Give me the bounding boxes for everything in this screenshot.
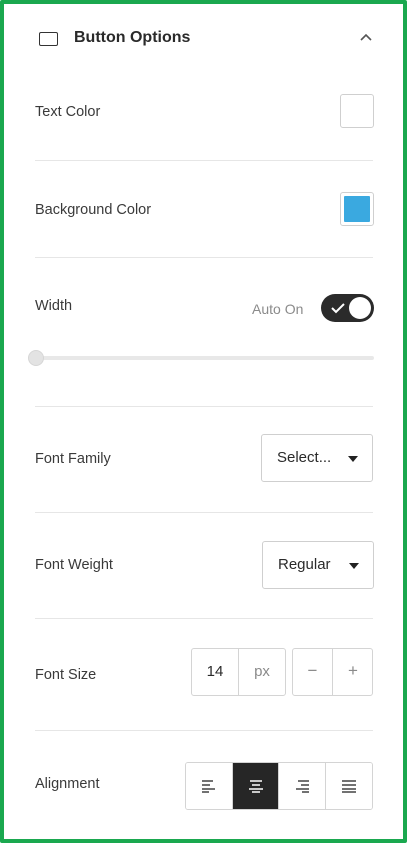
auto-on-label: Auto On bbox=[252, 301, 304, 317]
background-color-label: Background Color bbox=[35, 202, 152, 218]
alignment-button-group bbox=[185, 762, 373, 810]
font-weight-label: Font Weight bbox=[35, 557, 113, 573]
font-weight-select[interactable]: Regular bbox=[262, 541, 374, 589]
align-right-icon bbox=[296, 780, 309, 793]
divider bbox=[35, 730, 373, 731]
divider bbox=[35, 257, 373, 258]
chevron-up-icon[interactable] bbox=[358, 30, 374, 46]
text-color-swatch[interactable] bbox=[340, 94, 374, 128]
check-icon bbox=[331, 303, 345, 314]
align-justify-button[interactable] bbox=[325, 763, 372, 809]
align-left-button[interactable] bbox=[186, 763, 233, 809]
divider bbox=[35, 406, 373, 407]
text-color-fill bbox=[344, 98, 370, 124]
align-right-button[interactable] bbox=[279, 763, 326, 809]
width-slider-thumb[interactable] bbox=[28, 350, 44, 366]
font-size-input-group: 14 px bbox=[191, 648, 286, 696]
font-size-input[interactable]: 14 bbox=[192, 649, 239, 695]
text-color-label: Text Color bbox=[35, 104, 101, 120]
font-family-label: Font Family bbox=[35, 451, 111, 467]
caret-down-icon bbox=[348, 456, 358, 462]
align-center-button[interactable] bbox=[232, 763, 279, 809]
background-color-swatch[interactable] bbox=[340, 192, 374, 226]
toggle-knob bbox=[349, 297, 371, 319]
font-size-label: Font Size bbox=[35, 667, 97, 683]
divider bbox=[35, 512, 373, 513]
align-center-icon bbox=[248, 780, 263, 793]
panel-header[interactable]: Button Options bbox=[4, 4, 403, 74]
panel-title: Button Options bbox=[74, 29, 191, 46]
divider bbox=[35, 618, 373, 619]
background-color-fill bbox=[344, 196, 370, 222]
width-label: Width bbox=[35, 298, 73, 314]
increment-button[interactable]: + bbox=[333, 649, 373, 695]
caret-down-icon bbox=[349, 563, 359, 569]
divider bbox=[35, 160, 373, 161]
button-options-panel: Button Options Text Color Background Col… bbox=[0, 0, 407, 843]
width-slider-track[interactable] bbox=[37, 356, 374, 360]
font-family-select[interactable]: Select... bbox=[261, 434, 373, 482]
button-rectangle-icon bbox=[39, 32, 58, 46]
decrement-button[interactable]: − bbox=[293, 649, 333, 695]
align-justify-icon bbox=[341, 780, 356, 793]
font-size-unit[interactable]: px bbox=[239, 649, 285, 695]
font-size-stepper: − + bbox=[292, 648, 373, 696]
alignment-label: Alignment bbox=[35, 776, 100, 792]
auto-width-toggle[interactable] bbox=[321, 294, 374, 322]
font-family-value: Select... bbox=[277, 449, 332, 466]
font-weight-value: Regular bbox=[278, 556, 331, 573]
align-left-icon bbox=[202, 780, 215, 793]
